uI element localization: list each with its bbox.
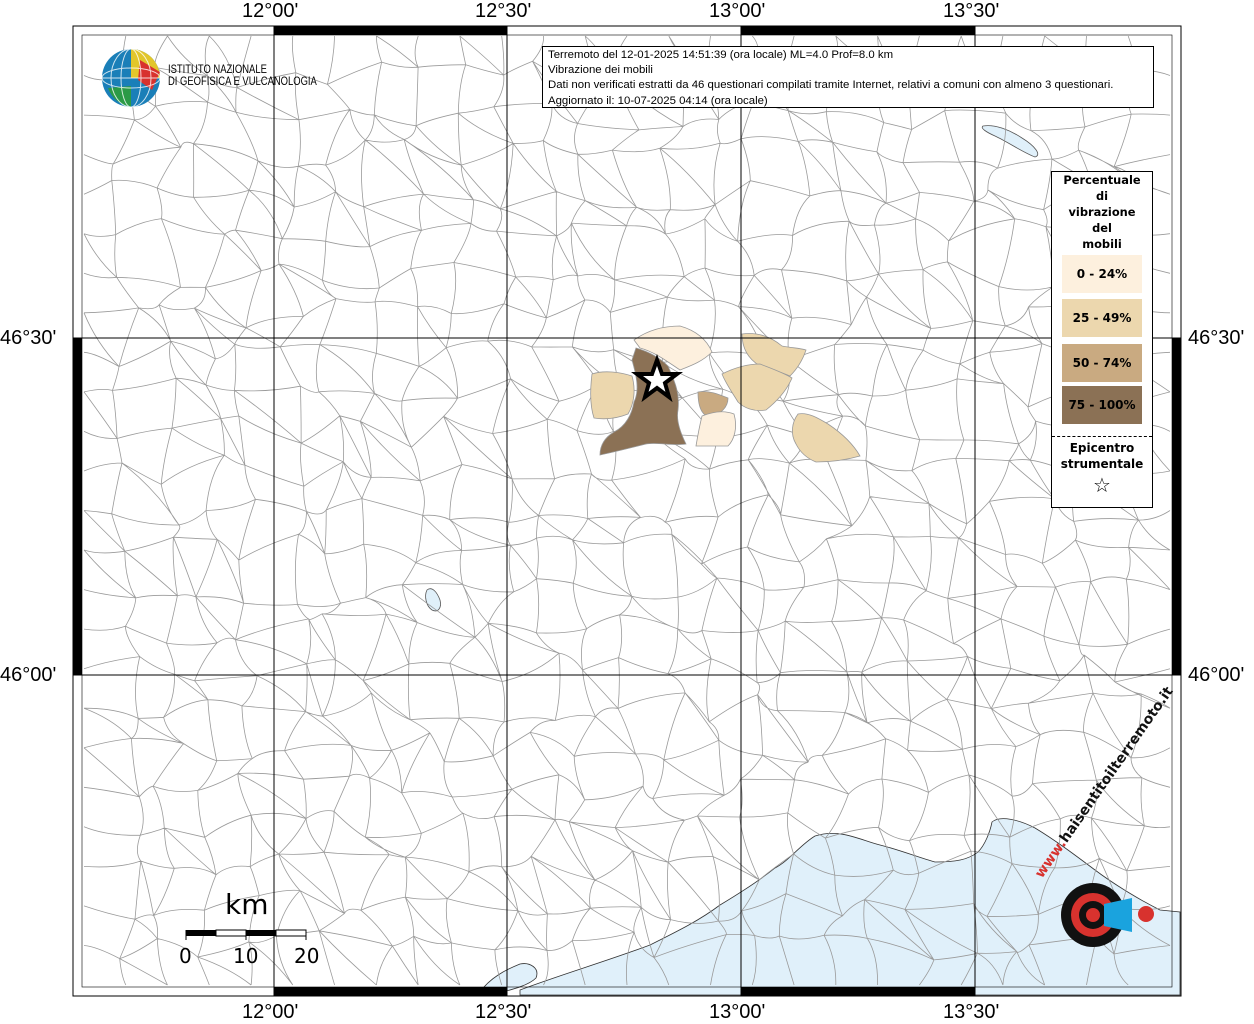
lon-top-1: 12°00' — [242, 0, 299, 22]
institute-line-1: ISTITUTO NAZIONALE — [168, 64, 267, 76]
event-info-box: Terremoto del 12-01-2025 14:51:39 (ora l… — [542, 46, 1154, 108]
scale-unit: km — [225, 888, 269, 921]
lat-left-2: 46°00' — [0, 664, 57, 686]
event-title: Terremoto del 12-01-2025 14:51:39 (ora l… — [548, 49, 894, 61]
lon-bottom-4: 13°30' — [943, 1001, 1000, 1023]
scale-label-10: 10 — [233, 944, 259, 968]
legend-epicenter-line: strumentale — [1060, 457, 1144, 471]
map — [72, 25, 1182, 997]
lon-bottom-3: 13°00' — [709, 1001, 766, 1023]
scale-label-0: 0 — [179, 944, 192, 968]
lon-bottom-2: 12°30' — [475, 1001, 532, 1023]
municipality-0-24 — [695, 411, 736, 447]
legend-title-line: mobili — [1082, 237, 1122, 251]
legend-class-3: 50 - 74% — [1062, 344, 1142, 382]
legend-epicenter: Epicentro strumentale ☆ — [1052, 440, 1152, 498]
updated-time: Aggiornato il: 10-07-2025 04:14 (ora loc… — [548, 94, 768, 107]
legend-title-line: del — [1092, 221, 1112, 235]
parameter-name: Vibrazione dei mobili — [548, 64, 653, 77]
epicenter-legend-star-icon: ☆ — [1093, 473, 1111, 497]
legend: Percentuale di vibrazione del mobili 0 -… — [1051, 171, 1153, 508]
legend-class-1: 0 - 24% — [1062, 255, 1142, 293]
institute-line-2: DI GEOFISICA E VULCANOLOGIA — [168, 76, 317, 88]
lon-top-4: 13°30' — [943, 0, 1000, 22]
legend-class-4: 75 - 100% — [1062, 386, 1142, 424]
institute-name: ISTITUTO NAZIONALE DI GEOFISICA E VULCAN… — [168, 64, 317, 88]
scale-label-20: 20 — [294, 944, 320, 968]
lon-top-3: 13°00' — [709, 0, 766, 22]
legend-class-2: 25 - 49% — [1062, 299, 1142, 337]
municipality-25-49 — [590, 371, 635, 420]
legend-epicenter-line: Epicentro — [1069, 441, 1135, 455]
lat-right-2: 46°00' — [1188, 664, 1245, 686]
ingv-globe-icon — [101, 48, 161, 108]
legend-title-line: di — [1095, 189, 1109, 203]
lat-right-1: 46°30' — [1188, 327, 1245, 349]
legend-title-line: Percentuale — [1063, 173, 1141, 187]
lat-left-1: 46°30' — [0, 327, 57, 349]
legend-title: Percentuale di vibrazione del mobili — [1052, 172, 1152, 252]
lon-bottom-1: 12°00' — [242, 1001, 299, 1023]
legend-separator — [1052, 436, 1152, 437]
data-note: Dati non verificati estratti da 46 quest… — [548, 79, 1114, 92]
lon-top-2: 12°30' — [475, 0, 532, 22]
legend-title-line: vibrazione — [1068, 205, 1136, 219]
